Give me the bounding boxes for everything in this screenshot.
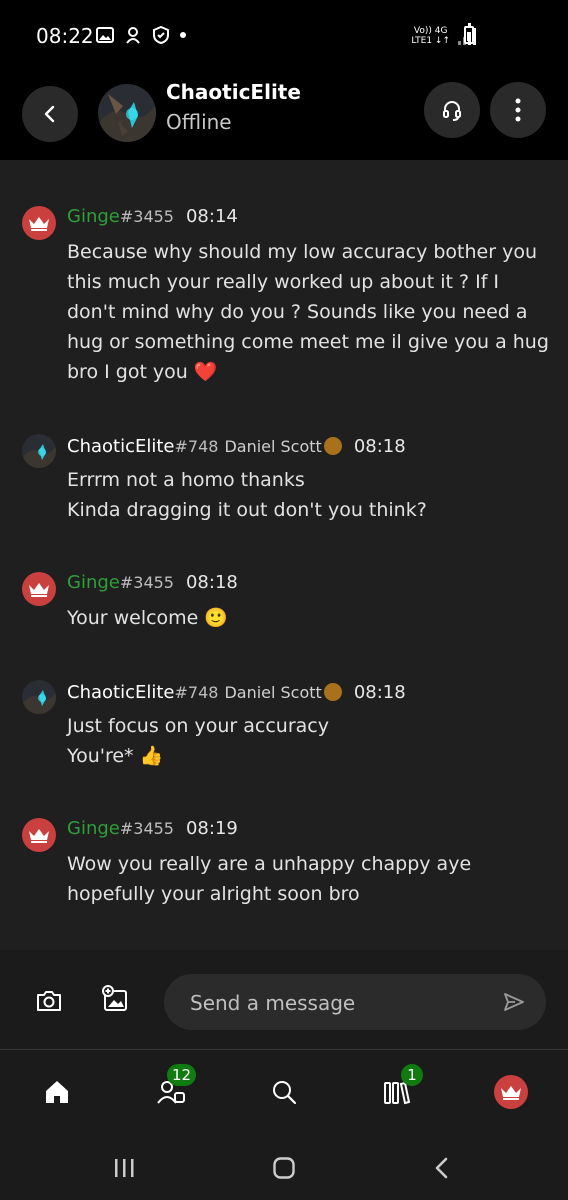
nav-profile[interactable] — [489, 1070, 533, 1114]
sender-avatar-image — [22, 434, 56, 468]
message-text: hug or something come meet me il give yo… — [67, 331, 549, 353]
recents-icon — [115, 1159, 134, 1177]
back-button[interactable] — [22, 86, 78, 142]
back-system-button[interactable] — [426, 1152, 458, 1184]
home-system-icon — [273, 1157, 295, 1179]
send-button[interactable] — [502, 990, 526, 1014]
sender-avatar[interactable] — [22, 572, 56, 606]
home-system-button[interactable] — [268, 1152, 300, 1184]
bottom-navigation: 12 1 — [0, 1050, 568, 1134]
conversation-header: ChaoticElite Offline — [0, 72, 568, 160]
message-list[interactable]: Ginge #3455 08:14 Because why should my lo… — [0, 160, 568, 950]
message-header: ChaoticElite #748 Daniel Scott 08:18 — [67, 434, 406, 457]
send-icon — [504, 993, 524, 1011]
shield-notification-icon — [153, 26, 169, 44]
sender-name[interactable]: ChaoticElite — [67, 682, 174, 703]
message-time: 08:19 — [185, 818, 238, 839]
crown-icon — [29, 217, 49, 231]
back-system-icon — [435, 1157, 448, 1179]
recents-button[interactable] — [108, 1152, 140, 1184]
sender-tag: #3455 — [119, 207, 174, 226]
sender-name[interactable]: Ginge — [67, 572, 120, 593]
system-navigation — [0, 1134, 568, 1200]
message-text: Kinda dragging it out don't you think? — [67, 499, 427, 521]
profile-avatar — [494, 1075, 528, 1109]
nav-library[interactable]: 1 — [375, 1064, 423, 1114]
sender-tag: #748 — [174, 683, 219, 702]
sender-tag: #3455 — [119, 573, 174, 592]
party-chat-button[interactable] — [424, 82, 480, 138]
crown-icon — [29, 829, 49, 843]
nav-social[interactable]: 12 — [149, 1064, 197, 1114]
message-input[interactable] — [188, 974, 482, 1032]
message-header: Ginge #3455 08:14 — [67, 206, 238, 227]
back-icon — [44, 105, 55, 123]
network-top: Vo)) 4G — [413, 26, 448, 36]
battery-icon — [464, 23, 474, 44]
contact-status: Offline — [166, 110, 232, 134]
message-text: Errrm not a homo thanks — [67, 469, 305, 491]
nav-search[interactable] — [262, 1070, 306, 1114]
message-text: bro I got you ❤️ — [67, 361, 218, 383]
crown-icon — [29, 583, 49, 597]
social-badge: 12 — [167, 1064, 197, 1086]
app-notification-icon — [126, 27, 140, 44]
contact-avatar-image — [98, 84, 156, 142]
search-icon — [273, 1081, 297, 1105]
sender-tag: #3455 — [119, 819, 174, 838]
sender-real-name: Daniel Scott — [224, 683, 322, 702]
network-bottom: LTE1 ↓↑ — [411, 36, 450, 46]
status-time: 08:22 — [36, 24, 94, 48]
message-header: Ginge #3455 08:19 — [67, 818, 238, 839]
message-text: hopefully your alright soon bro — [67, 883, 360, 905]
library-badge: 1 — [401, 1064, 423, 1086]
add-image-icon — [102, 985, 127, 1011]
achievement-badge-icon — [323, 437, 342, 455]
message-text: Your welcome 🙂 — [67, 607, 229, 629]
status-bar: 08:22 Vo)) 4G LTE1 ↓↑ — [0, 0, 568, 72]
message-time: 08:18 — [185, 572, 238, 593]
more-options-button[interactable] — [490, 82, 546, 138]
message-composer — [0, 950, 568, 1050]
message-text: You're* 👍 — [67, 745, 164, 767]
sender-name[interactable]: ChaoticElite — [67, 436, 174, 457]
more-options-icon — [515, 98, 521, 122]
message-text: don't mind why do you ? Sounds like you … — [67, 301, 528, 323]
sender-avatar[interactable] — [22, 206, 56, 240]
party-chat-icon — [443, 101, 461, 121]
sender-real-name: Daniel Scott — [224, 437, 322, 456]
message-text: this much your really worked up about it… — [67, 271, 500, 293]
add-image-button[interactable] — [100, 984, 130, 1014]
message-time: 08:14 — [185, 206, 238, 227]
message-header: ChaoticElite #748 Daniel Scott 08:18 — [67, 680, 406, 703]
achievement-badge-icon — [323, 683, 342, 701]
sender-avatar[interactable] — [22, 434, 56, 468]
sender-name[interactable]: Ginge — [67, 206, 120, 227]
message-text: Just focus on your accuracy — [67, 715, 329, 737]
sender-avatar-image — [22, 680, 56, 714]
message-input-container — [164, 974, 546, 1032]
home-icon — [46, 1081, 68, 1103]
message-time: 08:18 — [353, 682, 406, 703]
gallery-icon — [96, 27, 114, 43]
message-time: 08:18 — [353, 436, 406, 457]
notification-icons — [96, 26, 186, 44]
camera-icon — [37, 991, 61, 1011]
message-text: Because why should my low accuracy bothe… — [67, 241, 537, 263]
sender-avatar[interactable] — [22, 680, 56, 714]
sender-tag: #748 — [174, 437, 219, 456]
message-text: Wow you really are a unhappy chappy aye — [67, 853, 472, 875]
message-header: Ginge #3455 08:18 — [67, 572, 238, 593]
sender-avatar[interactable] — [22, 818, 56, 852]
contact-name: ChaoticElite — [166, 80, 301, 104]
nav-home[interactable] — [35, 1070, 79, 1114]
contact-avatar[interactable] — [98, 84, 156, 142]
dot-icon — [180, 32, 186, 38]
crown-icon — [501, 1086, 521, 1100]
camera-button[interactable] — [34, 986, 64, 1016]
sender-name[interactable]: Ginge — [67, 818, 120, 839]
